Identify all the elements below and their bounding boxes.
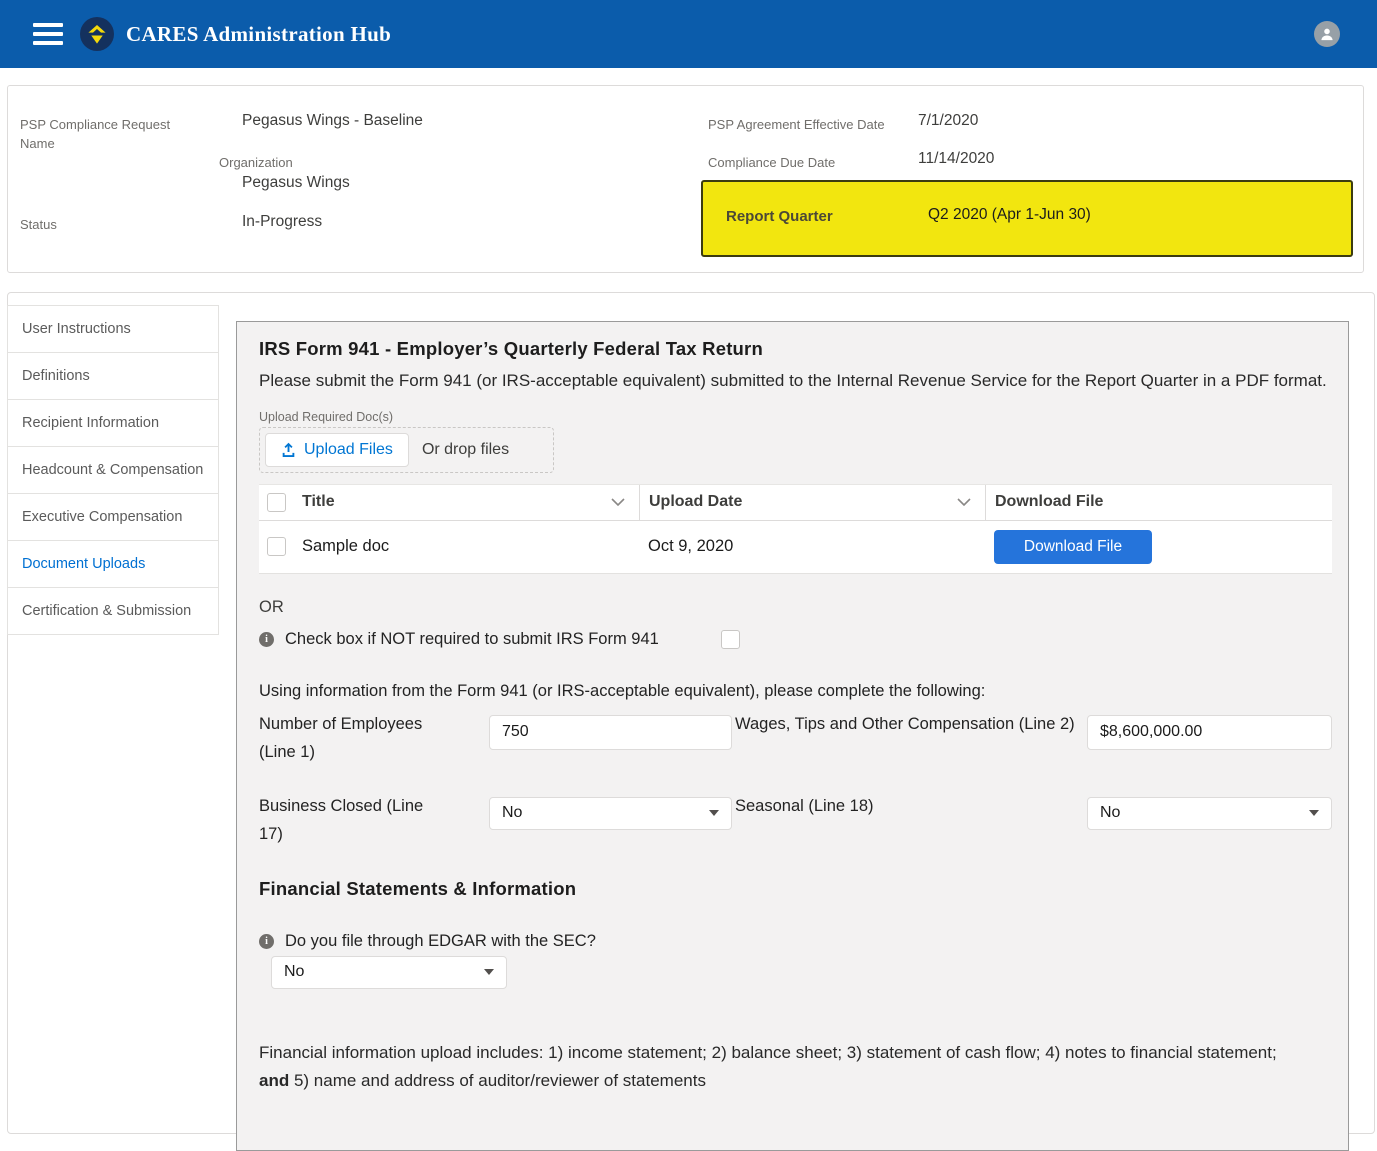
request-name-value: Pegasus Wings - Baseline (242, 112, 423, 130)
section-nav: User Instructions Definitions Recipient … (7, 306, 219, 635)
info-icon[interactable]: i (259, 632, 274, 647)
request-name-label: PSP Compliance Request Name (20, 115, 190, 153)
business-closed-select[interactable]: No (489, 797, 732, 830)
table-header-row: Title Upload Date Download File (259, 485, 1332, 521)
seasonal-select[interactable]: No (1087, 797, 1332, 830)
column-header-title[interactable]: Title (302, 485, 639, 520)
due-date-label: Compliance Due Date (708, 153, 835, 172)
app-title: CARES Administration Hub (126, 22, 391, 47)
select-caret-icon (484, 969, 494, 975)
select-caret-icon (1309, 810, 1319, 816)
wages-label: Wages, Tips and Other Compensation (Line… (735, 710, 1087, 738)
document-uploads-panel: IRS Form 941 - Employer’s Quarterly Fede… (236, 321, 1349, 1151)
select-caret-icon (709, 810, 719, 816)
status-label: Status (20, 215, 57, 234)
select-all-checkbox[interactable] (267, 493, 286, 512)
or-separator-label: OR (259, 598, 1348, 617)
file-drop-zone[interactable]: Upload Files Or drop files (259, 427, 554, 473)
employees-input[interactable] (489, 715, 732, 750)
compliance-summary-card: PSP Compliance Request Name Pegasus Wing… (7, 85, 1364, 273)
download-file-button[interactable]: Download File (994, 530, 1152, 564)
report-quarter-highlight: Report Quarter Q2 2020 (Apr 1-Jun 30) (701, 180, 1353, 257)
upload-required-label: Upload Required Doc(s) (259, 410, 1348, 424)
financial-statements-heading: Financial Statements & Information (259, 878, 1348, 900)
upload-files-button[interactable]: Upload Files (265, 433, 409, 467)
uploaded-docs-table: Title Upload Date Download File Sa (259, 484, 1332, 574)
not-required-checkbox[interactable] (721, 630, 740, 649)
seasonal-label: Seasonal (Line 18) (735, 792, 1087, 820)
field-row-2: Business Closed (Line 17) No Seasonal (L… (259, 792, 1348, 848)
chevron-down-icon[interactable] (611, 498, 625, 506)
sidebar-item-certification-submission[interactable]: Certification & Submission (7, 587, 219, 635)
chevron-down-icon[interactable] (957, 498, 971, 506)
column-header-upload-date[interactable]: Upload Date (639, 485, 985, 520)
upload-date-cell: Oct 9, 2020 (648, 537, 733, 556)
report-quarter-label: Report Quarter (726, 208, 833, 225)
upload-files-label: Upload Files (304, 441, 393, 459)
row-checkbox[interactable] (267, 537, 286, 556)
effective-date-label: PSP Agreement Effective Date (708, 115, 885, 134)
wages-input[interactable] (1087, 715, 1332, 750)
content-card: User Instructions Definitions Recipient … (7, 292, 1375, 1134)
info-icon[interactable]: i (259, 934, 274, 949)
edgar-select[interactable]: No (271, 956, 507, 989)
sidebar-item-headcount-compensation[interactable]: Headcount & Compensation (7, 446, 219, 494)
sidebar-item-user-instructions[interactable]: User Instructions (7, 305, 219, 353)
sidebar-item-document-uploads[interactable]: Document Uploads (7, 540, 219, 588)
app-header: CARES Administration Hub (0, 0, 1377, 68)
organization-label: Organization (219, 153, 293, 172)
due-date-value: 11/14/2020 (918, 150, 994, 168)
upload-icon (281, 442, 296, 457)
organization-value: Pegasus Wings (242, 174, 350, 192)
not-required-row: i Check box if NOT required to submit IR… (259, 630, 1348, 649)
user-avatar-icon[interactable] (1314, 21, 1340, 47)
report-quarter-value: Q2 2020 (Apr 1-Jun 30) (928, 206, 1091, 224)
menu-icon[interactable] (33, 23, 63, 45)
sidebar-item-definitions[interactable]: Definitions (7, 352, 219, 400)
form-941-section-title: IRS Form 941 - Employer’s Quarterly Fede… (259, 338, 1348, 360)
financial-upload-note: Financial information upload includes: 1… (259, 1039, 1307, 1096)
form-941-instructions: Please submit the Form 941 (or IRS-accep… (259, 367, 1327, 396)
status-value: In-Progress (242, 213, 322, 231)
sidebar-item-executive-compensation[interactable]: Executive Compensation (7, 493, 219, 541)
edgar-question-row: i Do you file through EDGAR with the SEC… (259, 932, 1348, 951)
not-required-label: Check box if NOT required to submit IRS … (285, 630, 659, 649)
doc-title-cell: Sample doc (302, 537, 389, 556)
drop-files-label: Or drop files (422, 441, 509, 459)
shield-logo-icon (80, 17, 114, 51)
employees-label: Number of Employees (Line 1) (259, 710, 489, 766)
effective-date-value: 7/1/2020 (918, 112, 978, 130)
table-row: Sample doc Oct 9, 2020 Download File (259, 521, 1332, 574)
business-closed-label: Business Closed (Line 17) (259, 792, 489, 848)
field-row-1: Number of Employees (Line 1) Wages, Tips… (259, 710, 1348, 766)
complete-following-label: Using information from the Form 941 (or … (259, 682, 1348, 701)
column-header-download-file: Download File (985, 485, 1332, 520)
edgar-question-label: Do you file through EDGAR with the SEC? (285, 932, 596, 951)
sidebar-item-recipient-information[interactable]: Recipient Information (7, 399, 219, 447)
